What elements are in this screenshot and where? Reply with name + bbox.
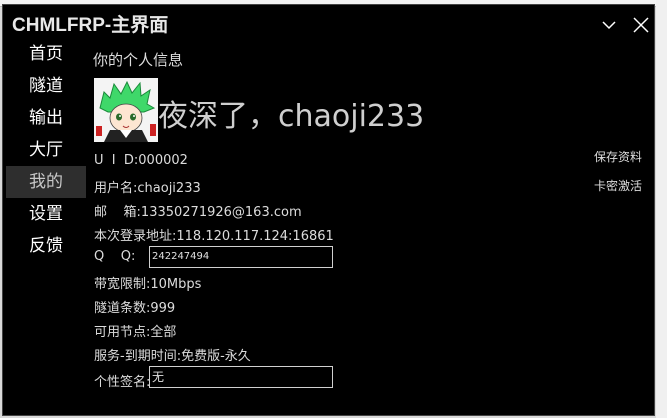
window-title: CHMLFRP-主界面: [12, 15, 169, 36]
avatar: [94, 78, 158, 142]
email-value: 13350271926@163.com: [140, 205, 302, 220]
login-address-row: 本次登录地址:118.120.117.124:16861: [94, 225, 334, 244]
qq-input[interactable]: 242247494: [149, 246, 333, 268]
service-row: 服务-到期时间:免费版-永久: [94, 345, 251, 364]
sidebar-item-tunnels[interactable]: 隧道: [6, 70, 86, 102]
sidebar-item-mine[interactable]: 我的: [6, 166, 86, 198]
anime-avatar-icon: [94, 78, 158, 142]
greeting-text: 夜深了，chaoji233: [158, 99, 425, 134]
close-icon: [633, 17, 649, 33]
username-value: chaoji233: [137, 181, 201, 196]
desktop-background-right: [656, 0, 667, 418]
bandwidth-label: 带宽限制:: [94, 277, 151, 292]
uid-value: 000002: [138, 153, 188, 168]
qq-label: Q Q:: [94, 249, 136, 264]
email-label: 邮 箱:: [94, 205, 141, 220]
nodes-row: 可用节点:全部: [94, 321, 176, 340]
tunnels-value: 999: [150, 301, 176, 316]
minimize-button[interactable]: [598, 14, 620, 36]
sidebar-item-settings[interactable]: 设置: [6, 198, 86, 230]
uid-row: U I D:000002: [94, 153, 188, 168]
bandwidth-row: 带宽限制:10Mbps: [94, 273, 201, 292]
qq-row: Q Q:: [94, 249, 135, 264]
signature-row: 个性签名:: [94, 371, 150, 390]
login-address-label: 本次登录地址:: [94, 229, 177, 244]
card-activate-button[interactable]: 卡密激活: [594, 177, 642, 194]
email-row: 邮 箱:13350271926@163.com: [94, 201, 302, 220]
bandwidth-value: 10Mbps: [150, 277, 202, 292]
signature-label: 个性签名:: [94, 375, 151, 390]
signature-input[interactable]: 无: [149, 366, 333, 388]
sidebar-item-output[interactable]: 输出: [6, 102, 86, 134]
tunnels-row: 隧道条数:999: [94, 297, 175, 316]
close-button[interactable]: [630, 14, 652, 36]
username-label: 用户名:: [94, 181, 138, 196]
uid-label: U I D:: [94, 153, 139, 168]
section-title: 你的个人信息: [93, 51, 184, 69]
sidebar-nav: 首页 隧道 输出 大厅 我的 设置 反馈: [6, 38, 86, 262]
nodes-value: 全部: [150, 325, 177, 340]
service-label: 服务-到期时间:: [94, 349, 182, 364]
nodes-label: 可用节点:: [94, 325, 151, 340]
sidebar-item-lobby[interactable]: 大厅: [6, 134, 86, 166]
sidebar-item-home[interactable]: 首页: [6, 38, 86, 70]
sidebar-item-feedback[interactable]: 反馈: [6, 230, 86, 262]
login-address-value: 118.120.117.124:16861: [176, 229, 334, 244]
chevron-down-icon: [602, 21, 616, 30]
save-profile-button[interactable]: 保存资料: [594, 148, 642, 165]
username-row: 用户名:chaoji233: [94, 177, 201, 196]
main-window: CHMLFRP-主界面 首页 隧道 输出 大厅 我的 设置 反馈 你的个人信息: [2, 4, 655, 416]
service-value: 免费版-永久: [181, 349, 251, 364]
tunnels-label: 隧道条数:: [94, 301, 151, 316]
